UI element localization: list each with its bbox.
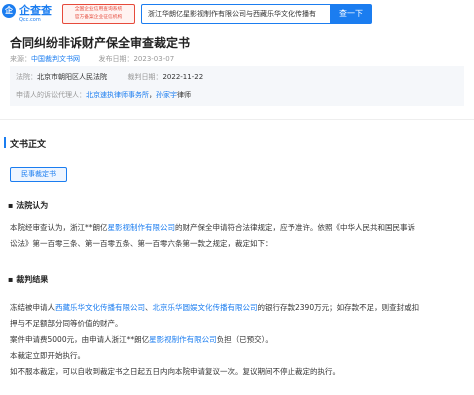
- text: 的财产保全申请符合法律规定，应予准许。依照《中华人民共和国民事诉: [175, 223, 415, 232]
- source-link[interactable]: 中国裁判文书网: [31, 55, 80, 63]
- certification-badge: 全国企业信用查询系统 官方备案企业征信机构: [62, 4, 135, 24]
- source-label: 来源：: [10, 55, 31, 63]
- paragraph-line: 本院经审查认为，浙江**朗亿星影视制作有限公司的财产保全申请符合法律规定，应予准…: [10, 220, 462, 236]
- case-info-box: 法院：北京市朝阳区人民法院 裁判日期：2022-11-22 申请人的诉讼代理人：…: [10, 66, 464, 106]
- document-type-tag[interactable]: 民事裁定书: [10, 167, 67, 182]
- paragraph-line: 押与不足额部分同等价值的财产。: [10, 319, 123, 328]
- search-button[interactable]: 查一下: [330, 4, 372, 24]
- company-link[interactable]: 星影视制作有限公司: [149, 335, 217, 344]
- paragraph-line: 案件申请费5000元，由申请人浙江**朗亿星影视制作有限公司负担（已预交）。: [10, 332, 462, 348]
- search-input[interactable]: 浙江华朗亿星影视制作有限公司与西藏乐华文化传播有: [141, 4, 331, 24]
- company-link[interactable]: 星影视制作有限公司: [108, 223, 176, 232]
- site-logo[interactable]: 企 企查查: [2, 4, 52, 18]
- agent-separator: ，: [149, 91, 156, 99]
- judgment-date-label: 裁判日期：: [127, 73, 163, 81]
- text: 冻结被申请人: [10, 303, 55, 312]
- paragraph-result: 冻结被申请人西藏乐华文化传播有限公司、北京乐华圆娱文化传播有限公司的银行存款23…: [10, 300, 462, 380]
- text: 负担（已预交）。: [216, 335, 273, 344]
- logo-text: 企查查: [19, 4, 52, 17]
- paragraph-line: 本裁定立即开始执行。: [10, 351, 85, 360]
- text: 本院经审查认为，浙江**朗亿: [10, 223, 108, 232]
- heading-judgment-result-text: 裁判结果: [16, 275, 49, 284]
- bullet: ▪: [8, 275, 17, 284]
- publish-label: 发布日期：: [98, 55, 134, 63]
- agent-suffix: 律师: [177, 91, 191, 99]
- company-link[interactable]: 西藏乐华文化传播有限公司: [55, 303, 145, 312]
- court-label: 法院：: [16, 73, 37, 81]
- judgment-date: 2022-11-22: [162, 73, 204, 81]
- paragraph-line: 讼法》第一百零三条、第一百零五条、第一百零六条第一款之规定，裁定如下：: [10, 239, 273, 248]
- top-bar: 企 企查查 Qcc.com 全国企业信用查询系统 官方备案企业征信机构 浙江华朗…: [0, 0, 474, 28]
- logo-icon: 企: [2, 4, 16, 18]
- agent-person-link[interactable]: 孙家宇: [156, 91, 177, 99]
- court-row: 法院：北京市朝阳区人民法院 裁判日期：2022-11-22: [16, 72, 203, 82]
- publish-date: 2023-03-07: [133, 55, 175, 63]
- court-value: 北京市朝阳区人民法院: [37, 73, 107, 81]
- text: 、: [145, 303, 153, 312]
- bullet: ▪: [8, 201, 17, 210]
- heading-judgment-result: ▪ 裁判结果: [8, 274, 48, 285]
- text: 的银行存款2390万元；如存款不足，则查封或扣: [257, 303, 420, 312]
- badge-line-2: 官方备案企业征信机构: [74, 14, 123, 20]
- agent-row: 申请人的诉讼代理人：北京速执律师事务所，孙家宇律师: [16, 90, 191, 100]
- heading-court-opinion-text: 法院认为: [16, 201, 49, 210]
- agent-firm-link[interactable]: 北京速执律师事务所: [86, 91, 149, 99]
- section-title: 文书正文: [10, 140, 47, 150]
- text: 案件申请费5000元，由申请人浙江**朗亿: [10, 335, 150, 344]
- section-marker: [4, 137, 6, 148]
- paragraph-opinion: 本院经审查认为，浙江**朗亿星影视制作有限公司的财产保全申请符合法律规定，应予准…: [10, 220, 462, 252]
- document-meta: 来源：中国裁判文书网 发布日期：2023-03-07: [10, 54, 174, 64]
- agent-label: 申请人的诉讼代理人：: [16, 91, 86, 99]
- badge-line-1: 全国企业信用查询系统: [74, 6, 123, 12]
- company-link[interactable]: 北京乐华圆娱文化传播有限公司: [153, 303, 258, 312]
- page-title: 合同纠纷非诉财产保全审查裁定书: [10, 36, 191, 50]
- heading-court-opinion: ▪ 法院认为: [8, 200, 48, 211]
- paragraph-line: 如不服本裁定，可以自收到裁定书之日起五日内向本院申请复议一次。复议期间不停止裁定…: [10, 367, 340, 376]
- logo-subtext: Qcc.com: [19, 17, 41, 23]
- paragraph-line: 冻结被申请人西藏乐华文化传播有限公司、北京乐华圆娱文化传播有限公司的银行存款23…: [10, 300, 462, 316]
- divider: [0, 119, 474, 120]
